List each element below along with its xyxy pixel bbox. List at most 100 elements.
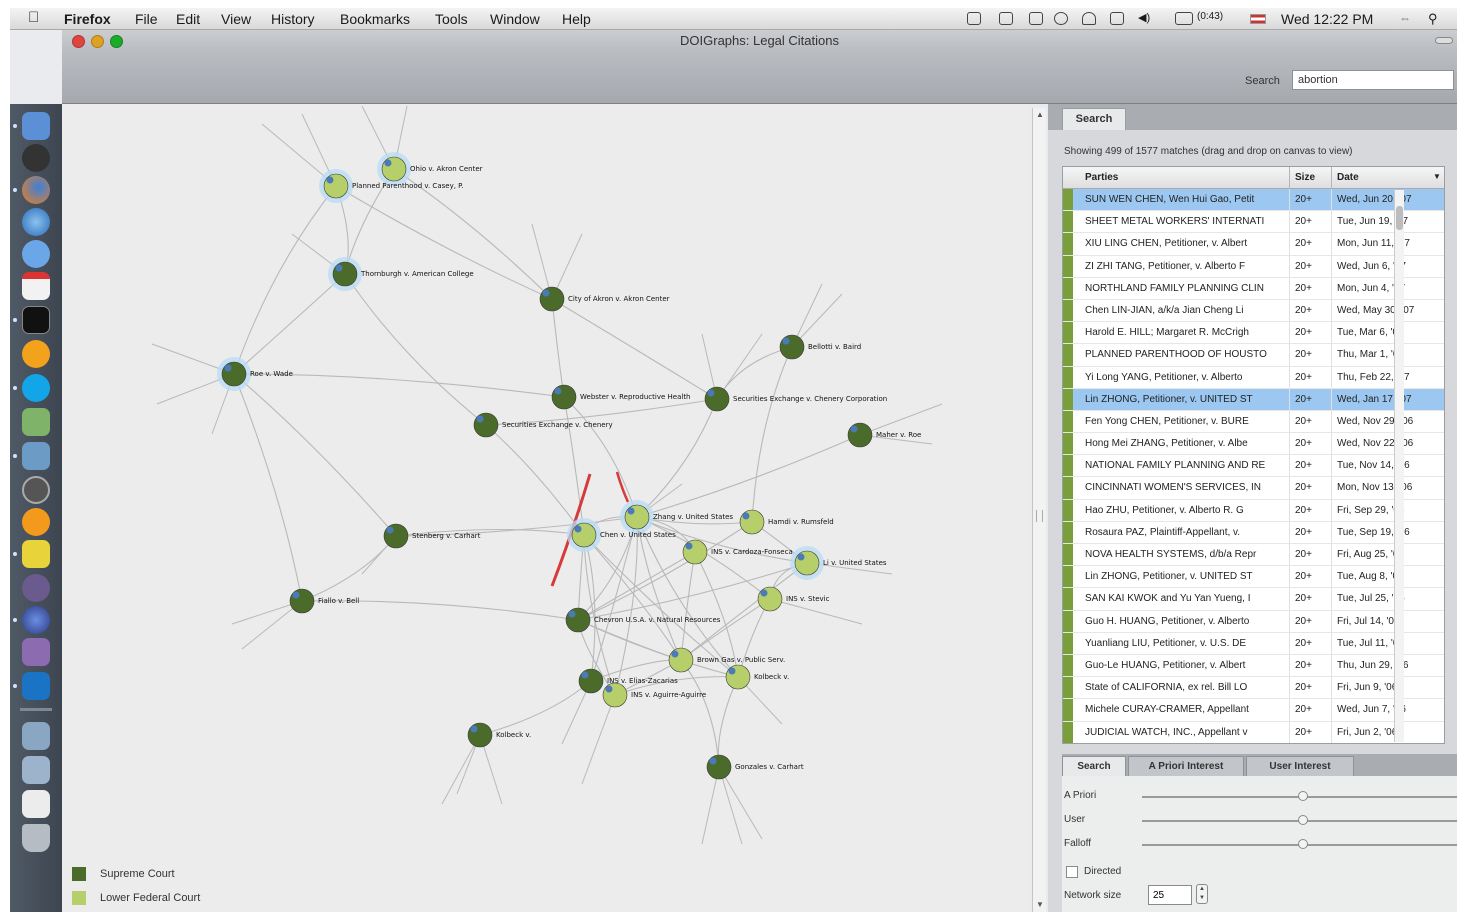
apple-menu-icon[interactable]:  bbox=[28, 9, 39, 26]
dashboard-icon[interactable] bbox=[22, 144, 50, 172]
network-icon[interactable] bbox=[22, 208, 50, 236]
menu-view[interactable]: View bbox=[221, 11, 251, 27]
adium-icon[interactable] bbox=[22, 508, 50, 536]
finder-icon[interactable] bbox=[22, 112, 50, 140]
tab-user-interest[interactable]: User Interest bbox=[1246, 756, 1354, 776]
table-row[interactable]: Hao ZHU, Petitioner, v. Alberto R. G 20+ F… bbox=[1063, 499, 1444, 522]
case-node[interactable]: Thornburgh v. American College bbox=[328, 257, 474, 291]
menu-clock[interactable]: Wed 12:22 PM bbox=[1281, 11, 1373, 27]
case-node[interactable]: INS v. Stevic bbox=[757, 586, 830, 612]
network-size-input[interactable] bbox=[1148, 885, 1192, 905]
toolbar-toggle-button[interactable] bbox=[1435, 37, 1453, 44]
dvd-player-icon[interactable] bbox=[22, 476, 50, 504]
wifi-icon[interactable] bbox=[1082, 12, 1096, 25]
table-scroll-thumb[interactable] bbox=[1396, 206, 1403, 230]
table-row[interactable]: NORTHLAND FAMILY PLANNING CLIN 20+ Mon, Ju… bbox=[1063, 277, 1444, 300]
directed-checkbox[interactable] bbox=[1066, 866, 1078, 878]
menu-file[interactable]: File bbox=[135, 11, 158, 27]
table-row[interactable]: XIU LING CHEN, Petitioner, v. Albert 20+ M… bbox=[1063, 233, 1444, 256]
flag-icon[interactable] bbox=[1250, 14, 1266, 24]
case-node[interactable]: Fiallo v. Bell bbox=[289, 588, 359, 614]
sort-descending-icon[interactable]: ▼ bbox=[1433, 172, 1441, 181]
table-row[interactable]: ZI ZHI TANG, Petitioner, v. Alberto F 20+… bbox=[1063, 255, 1444, 278]
canvas-scrollbar[interactable]: ▲ ▼ bbox=[1032, 108, 1046, 912]
case-node[interactable]: Stenberg v. Carhart bbox=[383, 523, 481, 549]
case-node[interactable]: INS v. Aguirre-Aguirre bbox=[602, 682, 706, 708]
table-row[interactable]: Guo-Le HUANG, Petitioner, v. Albert 20+ Th… bbox=[1063, 654, 1444, 678]
table-row[interactable]: Hong Mei ZHANG, Petitioner, v. Albe 20+ We… bbox=[1063, 433, 1444, 456]
close-window-button[interactable] bbox=[72, 35, 85, 48]
table-row[interactable]: Harold E. HILL; Margaret R. McCrigh 20+ Tu… bbox=[1063, 322, 1444, 345]
skype-icon[interactable] bbox=[22, 374, 50, 402]
photos-icon[interactable] bbox=[22, 442, 50, 470]
case-node[interactable]: Roe v. Wade bbox=[217, 357, 293, 391]
column-date[interactable]: Date bbox=[1337, 172, 1359, 183]
battery-icon[interactable] bbox=[1175, 12, 1193, 25]
table-row[interactable]: SAN KAI KWOK and Yu Yan Yueng, I 20+ Tue, … bbox=[1063, 588, 1444, 611]
menu-edit[interactable]: Edit bbox=[176, 11, 200, 27]
minimize-window-button[interactable] bbox=[91, 35, 104, 48]
scroll-up-icon[interactable]: ▲ bbox=[1035, 110, 1045, 120]
itunes-icon[interactable] bbox=[22, 574, 50, 602]
case-node[interactable]: Li v. United States bbox=[790, 546, 887, 580]
menu-window[interactable]: Window bbox=[490, 11, 540, 27]
citation-graph[interactable]: Ohio v. Akron Center Planned Parenthood v… bbox=[62, 104, 1030, 912]
scroll-down-icon[interactable]: ▼ bbox=[1035, 900, 1045, 910]
table-row[interactable]: Yi Long YANG, Petitioner, v. Alberto 20+ T… bbox=[1063, 366, 1444, 389]
screen-share-icon[interactable] bbox=[967, 12, 981, 25]
case-node[interactable]: Ohio v. Akron Center bbox=[377, 152, 483, 186]
case-node[interactable]: Bellotti v. Baird bbox=[779, 334, 861, 360]
sync-icon[interactable] bbox=[1029, 12, 1043, 25]
user-slider-thumb[interactable] bbox=[1298, 815, 1308, 825]
table-row[interactable]: Lin ZHONG, Petitioner, v. UNITED ST 20+ We… bbox=[1063, 388, 1444, 411]
time-machine-icon[interactable] bbox=[1054, 12, 1068, 25]
table-row[interactable]: State of CALIFORNIA, ex rel. Bill LO 20+ F… bbox=[1063, 677, 1444, 700]
case-node[interactable]: Webster v. Reproductive Health bbox=[551, 384, 691, 410]
table-row[interactable]: CINCINNATI WOMEN'S SERVICES, IN 20+ Mon, N… bbox=[1063, 477, 1444, 500]
tab-search[interactable]: Search bbox=[1062, 108, 1126, 130]
case-node[interactable]: INS v. Cardoza-Fonseca bbox=[682, 539, 793, 565]
zoom-window-button[interactable] bbox=[110, 35, 123, 48]
stickies-icon[interactable] bbox=[22, 540, 50, 568]
case-node[interactable]: Gonzales v. Carhart bbox=[706, 754, 804, 780]
volume-icon[interactable]: ◀) bbox=[1138, 11, 1150, 24]
menu-bookmarks[interactable]: Bookmarks bbox=[340, 11, 410, 27]
sync-arrows-icon[interactable]: ⇔ bbox=[1399, 11, 1411, 25]
table-row[interactable]: NATIONAL FAMILY PLANNING AND RE 20+ Tue, N… bbox=[1063, 455, 1444, 478]
menu-history[interactable]: History bbox=[271, 11, 315, 27]
table-row[interactable]: Chen LIN-JIAN, a/k/a Jian Cheng Li 20+ Wed… bbox=[1063, 299, 1444, 323]
column-parties[interactable]: Parties bbox=[1085, 172, 1118, 183]
app-icon[interactable] bbox=[22, 340, 50, 368]
table-row[interactable]: Guo H. HUANG, Petitioner, v. Alberto 20+ F… bbox=[1063, 610, 1444, 633]
menu-app-name[interactable]: Firefox bbox=[64, 11, 111, 27]
case-node[interactable]: Maher v. Roe bbox=[847, 422, 921, 448]
menu-tools[interactable]: Tools bbox=[435, 11, 468, 27]
a-priori-slider-thumb[interactable] bbox=[1298, 791, 1308, 801]
table-row[interactable]: JUDICIAL WATCH, INC., Appellant v 20+ Fri,… bbox=[1063, 721, 1444, 743]
network-size-stepper[interactable]: ▲ ▼ bbox=[1196, 884, 1208, 904]
table-row[interactable]: Fen Yong CHEN, Petitioner, v. BURE 20+ Wed… bbox=[1063, 410, 1444, 434]
preview-icon[interactable] bbox=[22, 408, 50, 436]
table-row[interactable]: Yuanliang LIU, Petitioner, v. U.S. DE 20+… bbox=[1063, 632, 1444, 655]
spotlight-search-icon[interactable]: ⚲ bbox=[1428, 11, 1438, 27]
case-node[interactable]: Kolbeck v. bbox=[725, 664, 789, 690]
document-icon[interactable] bbox=[22, 790, 50, 818]
table-row[interactable]: SUN WEN CHEN, Wen Hui Gao, Petit 20+ Wed, … bbox=[1063, 189, 1444, 212]
menu-help[interactable]: Help bbox=[562, 11, 591, 27]
chat-icon[interactable] bbox=[999, 12, 1013, 25]
tab-a-priori-interest[interactable]: A Priori Interest bbox=[1128, 756, 1244, 776]
table-row[interactable]: Rosaura PAZ, Plaintiff-Appellant, v. 20+ T… bbox=[1063, 521, 1444, 544]
ichat-icon[interactable] bbox=[22, 240, 50, 268]
case-node[interactable]: INS v. Elias-Zacarias bbox=[578, 668, 678, 694]
downloads-folder-icon[interactable] bbox=[22, 756, 50, 784]
case-node[interactable]: Securities Exchange v. Chenery Corporati… bbox=[704, 386, 887, 412]
results-table[interactable]: Parties Size Date ▼ SUN WEN CHEN, Wen Hu… bbox=[1062, 166, 1445, 744]
table-row[interactable]: SHEET METAL WORKERS' INTERNATI 20+ Tue, Ju… bbox=[1063, 211, 1444, 234]
word-icon[interactable] bbox=[22, 672, 50, 700]
scroll-grip-icon[interactable] bbox=[1036, 510, 1043, 522]
case-node[interactable]: City of Akron v. Akron Center bbox=[539, 286, 670, 312]
table-row[interactable]: NOVA HEALTH SYSTEMS, d/b/a Repr 20+ Fri, A… bbox=[1063, 544, 1444, 567]
calendar-icon[interactable] bbox=[22, 272, 50, 300]
graph-canvas[interactable]: Ohio v. Akron Center Planned Parenthood v… bbox=[62, 104, 1030, 912]
search-input[interactable] bbox=[1292, 70, 1454, 90]
